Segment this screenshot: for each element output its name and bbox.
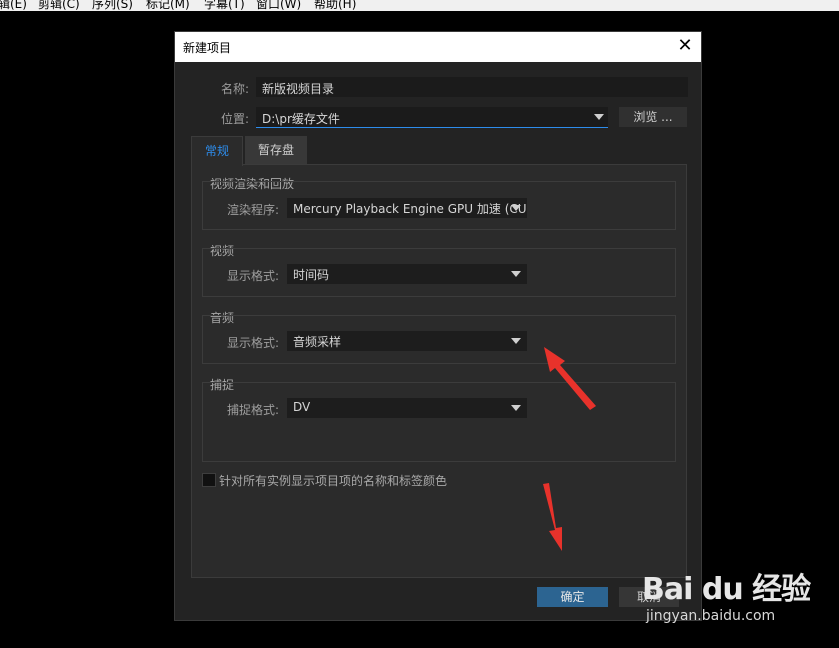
watermark-logo-text: Bai du 经验 bbox=[642, 572, 811, 607]
annotation-arrows bbox=[543, 347, 596, 551]
baidu-watermark: Bai du 经验 jingyan.baidu.com bbox=[640, 560, 811, 630]
watermark-url: jingyan.baidu.com bbox=[646, 608, 776, 624]
arrow-to-audio-format bbox=[544, 347, 596, 410]
arrow-to-ok-button bbox=[543, 483, 562, 551]
